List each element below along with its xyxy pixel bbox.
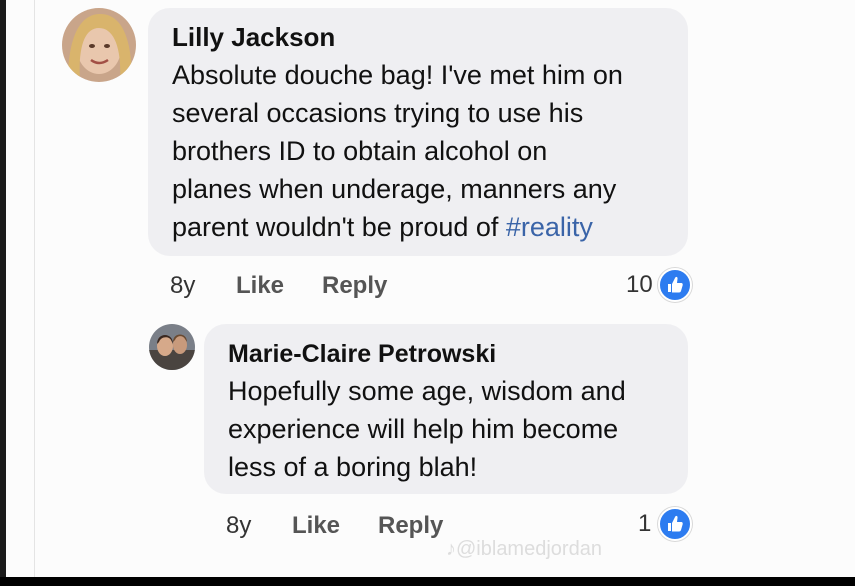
comment-author[interactable]: Marie-Claire Petrowski: [228, 340, 496, 369]
comment-timestamp[interactable]: 8y: [170, 272, 195, 300]
comment-author[interactable]: Lilly Jackson: [172, 22, 335, 53]
reply-button[interactable]: Reply: [322, 272, 387, 300]
like-button[interactable]: Like: [236, 272, 284, 300]
watermark: ♪@iblamedjordan: [446, 538, 602, 561]
thumbs-up-icon[interactable]: [658, 507, 692, 541]
reaction-count[interactable]: 10: [626, 271, 653, 299]
avatar[interactable]: [149, 324, 195, 370]
comment-line: less of a boring blah!: [228, 452, 478, 482]
comment-line: several occasions trying to use his: [172, 98, 584, 128]
comment-line: experience will help him become: [228, 414, 619, 444]
comment-text: Absolute douche bag! I've met him on sev…: [172, 56, 623, 246]
comment-timestamp[interactable]: 8y: [226, 512, 251, 540]
comment-line: Hopefully some age, wisdom and: [228, 376, 626, 406]
comment-line: Absolute douche bag! I've met him on: [172, 60, 623, 90]
avatar[interactable]: [62, 8, 136, 82]
comment-line-text: parent wouldn't be proud of: [172, 212, 506, 242]
comment-line: planes when underage, manners any: [172, 174, 617, 204]
comment-thread: Lilly Jackson Absolute douche bag! I've …: [0, 0, 855, 577]
comment-line: parent wouldn't be proud of #reality: [172, 208, 623, 246]
comment-text: Hopefully some age, wisdom and experienc…: [228, 372, 626, 486]
watermark-text: @iblamedjordan: [456, 538, 602, 560]
comment-line: brothers ID to obtain alcohol on: [172, 136, 548, 166]
like-button[interactable]: Like: [292, 512, 340, 540]
reaction-count[interactable]: 1: [638, 510, 651, 538]
tiktok-icon: ♪: [446, 538, 456, 560]
hashtag-link[interactable]: #reality: [506, 212, 593, 242]
thumbs-up-icon[interactable]: [658, 268, 692, 302]
reply-button[interactable]: Reply: [378, 512, 443, 540]
